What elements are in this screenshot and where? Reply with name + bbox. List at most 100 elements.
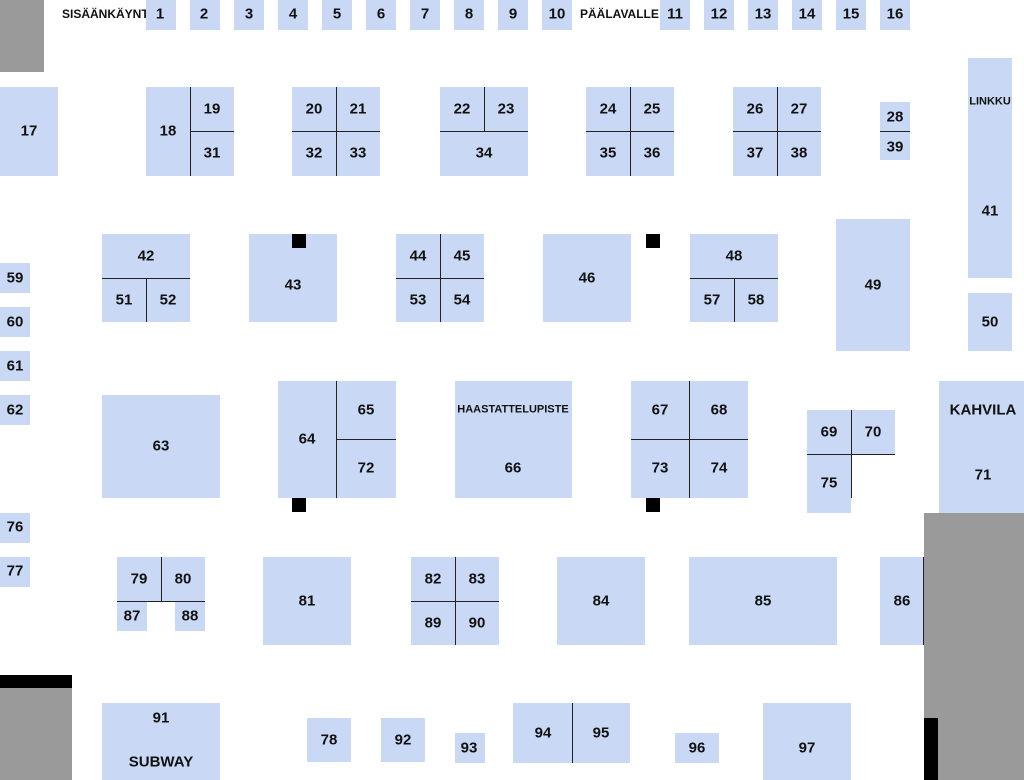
booth-number-label: 52 — [159, 291, 177, 309]
booth-divider — [586, 131, 674, 132]
booth-number-label: 58 — [747, 291, 765, 309]
booth-number-label: 25 — [643, 100, 661, 118]
booth-number-label: 64 — [298, 430, 316, 448]
booth-number-label: 96 — [688, 739, 706, 757]
booth-number-label: 63 — [152, 437, 170, 455]
booth-number-label: 37 — [746, 144, 764, 162]
booth-number-label: 11 — [667, 5, 683, 23]
booth-number-label: 81 — [298, 592, 316, 610]
booth-number-label: 72 — [357, 459, 375, 477]
booth-number-label: 18 — [159, 122, 177, 140]
booth-number-label: 9 — [508, 5, 518, 23]
booth-number-label: 77 — [6, 562, 24, 580]
booth-number-label: 36 — [643, 144, 661, 162]
booth-number-label: 65 — [357, 401, 375, 419]
subway-label: SUBWAY — [128, 753, 194, 771]
booth-number-label: 4 — [288, 5, 298, 23]
booth-number-label: 31 — [203, 144, 221, 162]
booth-number-label: 82 — [424, 570, 442, 588]
booth-number-label: 20 — [305, 100, 323, 118]
booth-number-label: 76 — [6, 518, 24, 536]
booth-24[interactable] — [968, 58, 1012, 278]
booth-number-label: 48 — [725, 247, 743, 265]
main-stage-label: PÄÄLAVALLE — [580, 7, 659, 21]
booth-number-label: 35 — [599, 144, 617, 162]
wall-area — [0, 0, 44, 72]
booth-number-label: 92 — [394, 731, 412, 749]
booth-number-label: 75 — [820, 474, 838, 492]
booth-number-label: 14 — [798, 5, 816, 23]
entrance-label: SISÄÄNKÄYNTI — [62, 7, 153, 21]
booth-divider — [734, 278, 735, 322]
booth-divider — [292, 131, 380, 132]
pillar — [646, 234, 660, 248]
booth-divider — [411, 601, 499, 602]
booth-number-label: 83 — [468, 570, 486, 588]
booth-divider — [880, 131, 910, 132]
booth-number-label: 33 — [349, 144, 367, 162]
booth-number-label: 61 — [6, 357, 24, 375]
booth-number-label: 43 — [284, 276, 302, 294]
booth-number-label: 95 — [592, 724, 610, 742]
booth-38[interactable] — [455, 381, 572, 498]
booth-divider — [484, 87, 485, 131]
booth-number-label: 7 — [420, 5, 430, 23]
booth-number-label: 59 — [6, 269, 24, 287]
booth-number-label: 73 — [651, 459, 669, 477]
booth-number-label: 86 — [893, 592, 911, 610]
booth-divider — [733, 131, 821, 132]
booth-number-label: 1 — [155, 5, 165, 23]
booth-number-label: 15 — [842, 5, 860, 23]
booth-number-label: 23 — [497, 100, 515, 118]
booth-divider — [572, 703, 573, 763]
booth-number-label: 19 — [203, 100, 221, 118]
booth-number-label: 39 — [886, 138, 904, 156]
booth-number-label: 74 — [710, 459, 728, 477]
booth-number-label: 13 — [754, 5, 772, 23]
booth-number-label: 8 — [464, 5, 474, 23]
booth-number-label: 88 — [181, 607, 199, 625]
booth-number-label: 90 — [468, 614, 486, 632]
booth-number-label: 62 — [6, 401, 24, 419]
booth-number-label: 10 — [548, 5, 566, 23]
pillar — [646, 498, 660, 512]
pillar — [0, 675, 72, 688]
booth-number-label: 78 — [320, 731, 338, 749]
booth-number-label: 16 — [886, 5, 904, 23]
floor-plan: SISÄÄNKÄYNTI PÄÄLAVALLE 1 2 3 4 5 6 7 8 9 10 11 12 1… — [0, 0, 1024, 780]
booth-number-label: 66 — [504, 459, 522, 477]
booth-number-label: 51 — [115, 291, 133, 309]
pillar — [924, 718, 938, 780]
booth-number-label: 17 — [20, 122, 38, 140]
cafe-label: KAHVILA — [949, 401, 1017, 419]
booth-number-label: 80 — [174, 570, 192, 588]
booth-divider — [807, 454, 895, 455]
booth-number-label: 34 — [475, 144, 493, 162]
booth-number-label: 60 — [6, 313, 24, 331]
booth-number-label: 49 — [864, 276, 882, 294]
booth-number-label: 12 — [710, 5, 728, 23]
booth-number-label: 41 — [981, 202, 999, 220]
booth-number-label: 54 — [453, 291, 471, 309]
booth-number-label: 70 — [864, 423, 882, 441]
booth-number-label: 84 — [592, 592, 610, 610]
booth-number-label: 91 — [152, 709, 170, 727]
booth-number-label: 87 — [123, 607, 141, 625]
booth-number-label: 38 — [790, 144, 808, 162]
booth-number-label: 53 — [409, 291, 427, 309]
booth-divider — [190, 131, 234, 132]
wall-area — [0, 688, 72, 780]
booth-number-label: 71 — [974, 466, 992, 484]
booth-number-label: 57 — [703, 291, 721, 309]
interview-point-label: HAASTATTELUPISTE — [457, 403, 569, 416]
booth-divider — [396, 278, 484, 279]
booth-number-label: 28 — [886, 108, 904, 126]
booth-number-label: 3 — [244, 5, 254, 23]
booth-number-label: 24 — [599, 100, 617, 118]
booth-divider — [146, 278, 147, 322]
booth-number-label: 67 — [651, 401, 669, 419]
booth-number-label: 6 — [376, 5, 386, 23]
booth-number-label: 79 — [130, 570, 148, 588]
booth-number-label: 32 — [305, 144, 323, 162]
booth-number-label: 27 — [790, 100, 808, 118]
